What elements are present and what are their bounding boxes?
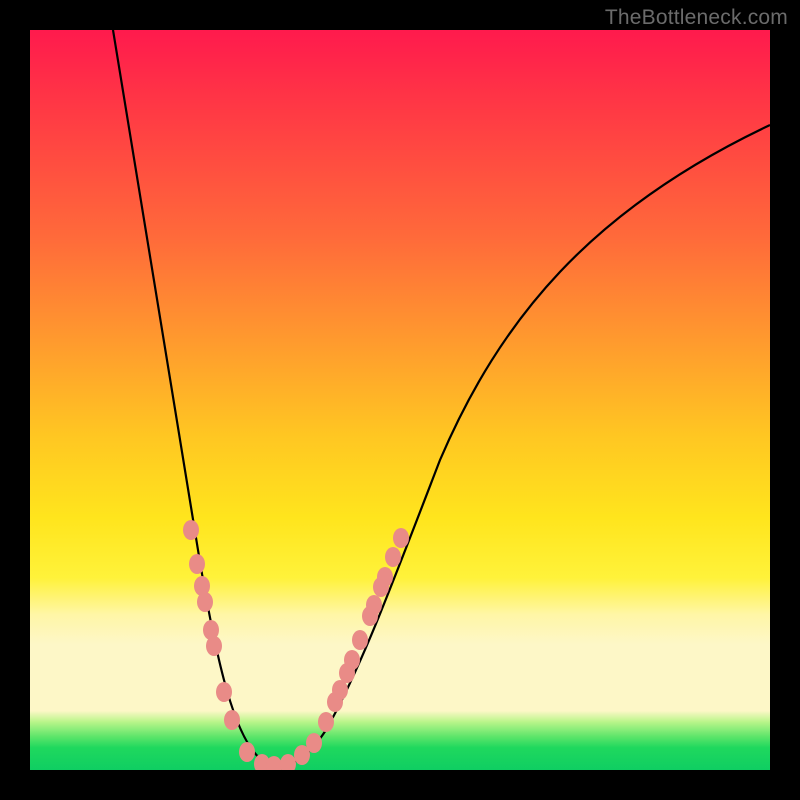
watermark-text: TheBottleneck.com <box>605 6 788 30</box>
data-dot <box>332 680 348 700</box>
data-dot <box>189 554 205 574</box>
data-dot <box>206 636 222 656</box>
data-dot <box>306 733 322 753</box>
data-dot <box>239 742 255 762</box>
data-dot <box>385 547 401 567</box>
data-dot <box>318 712 334 732</box>
data-dot <box>352 630 368 650</box>
data-dot <box>224 710 240 730</box>
data-dot <box>216 682 232 702</box>
data-dot <box>366 595 382 615</box>
dot-group <box>183 520 409 770</box>
data-dot <box>280 754 296 770</box>
plot-area <box>30 30 770 770</box>
data-dot <box>344 650 360 670</box>
data-dot <box>393 528 409 548</box>
chart-frame: TheBottleneck.com <box>0 0 800 800</box>
data-dot <box>377 567 393 587</box>
data-dot <box>197 592 213 612</box>
curve-layer <box>30 30 770 770</box>
data-dot <box>183 520 199 540</box>
